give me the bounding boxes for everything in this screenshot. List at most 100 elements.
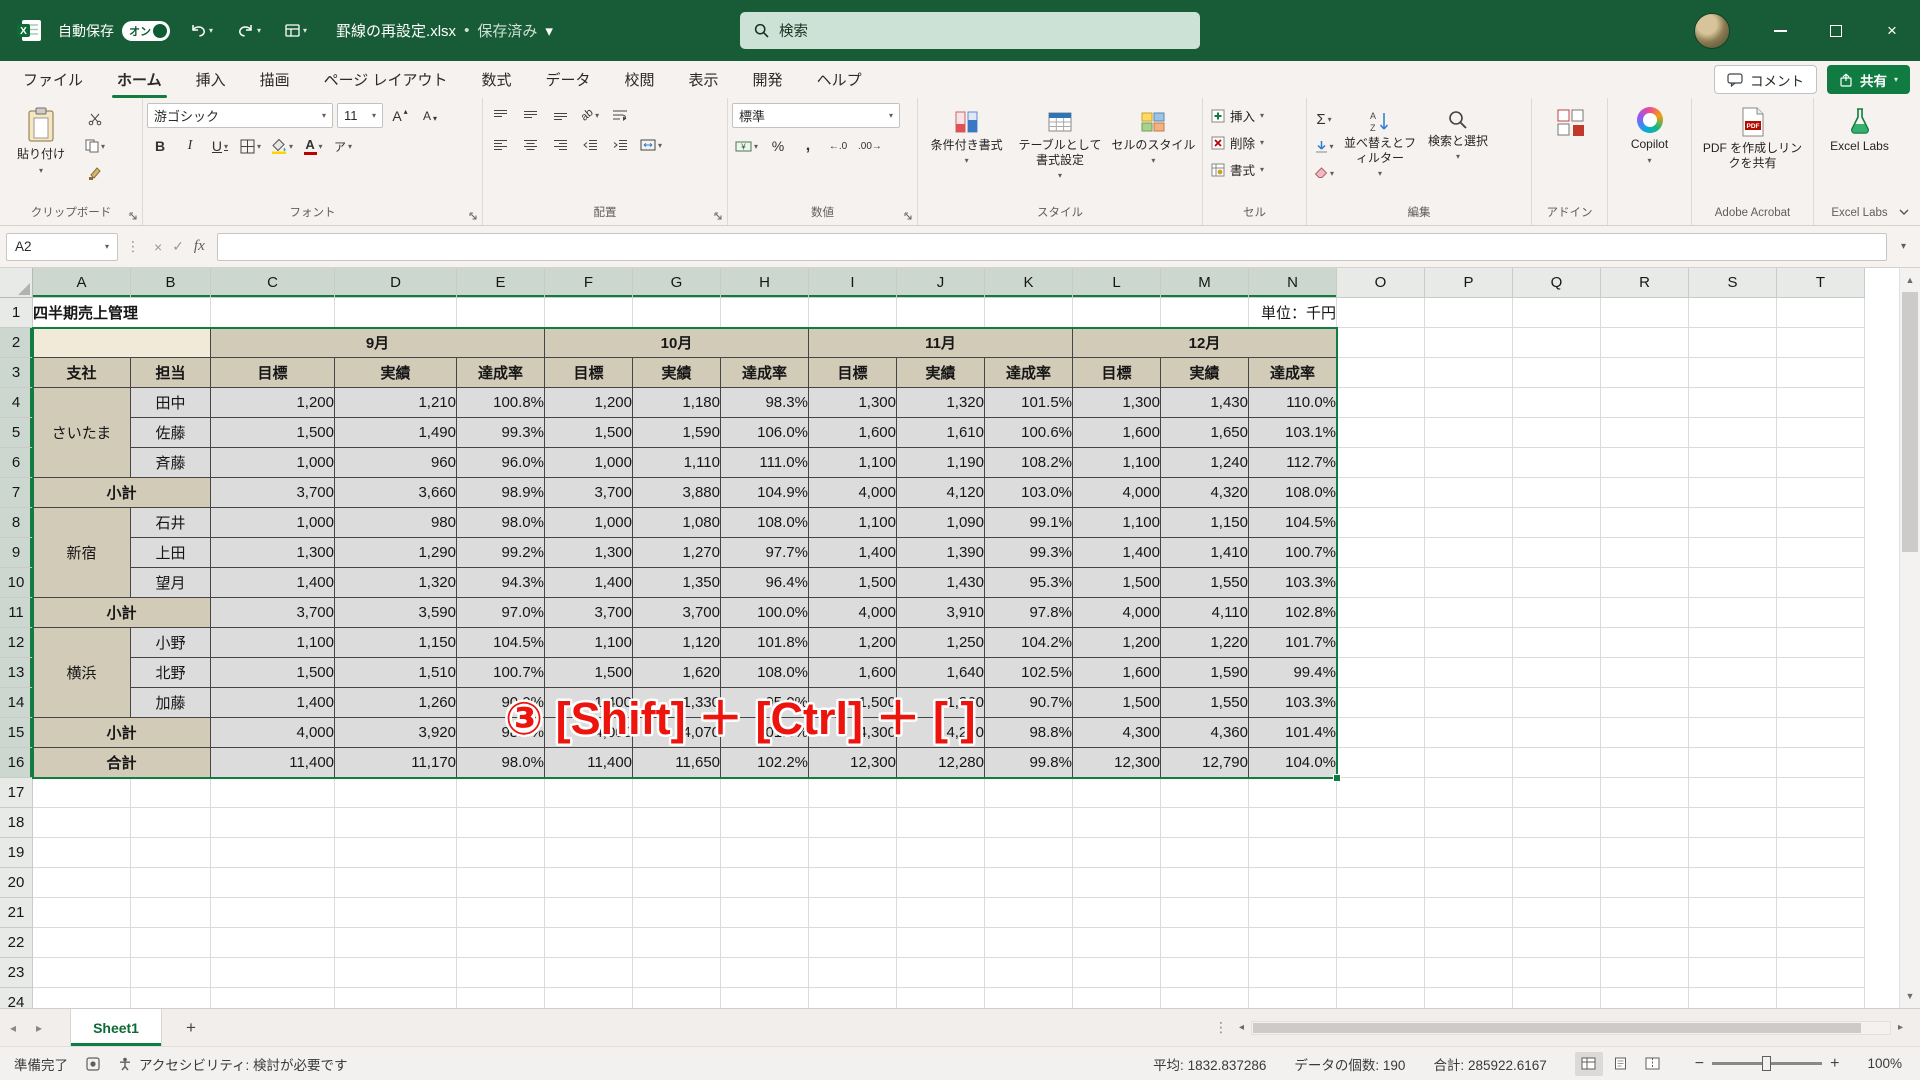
column-header-G[interactable]: G bbox=[633, 268, 721, 298]
cell[interactable] bbox=[211, 298, 335, 328]
new-sheet-button[interactable]: + bbox=[178, 1015, 204, 1041]
cell[interactable] bbox=[1425, 748, 1513, 778]
tab-data[interactable]: データ bbox=[529, 61, 608, 98]
value-cell[interactable]: 99.3% bbox=[985, 538, 1073, 568]
cell[interactable] bbox=[33, 838, 131, 868]
cell[interactable] bbox=[1689, 298, 1777, 328]
borders-button[interactable]: ▾ bbox=[237, 134, 264, 158]
cell[interactable] bbox=[1073, 988, 1161, 1008]
cell[interactable] bbox=[1513, 838, 1601, 868]
value-cell[interactable]: 104.5% bbox=[457, 628, 545, 658]
value-cell[interactable]: 103.3% bbox=[1249, 688, 1337, 718]
cell[interactable] bbox=[1777, 658, 1865, 688]
cell[interactable] bbox=[1249, 958, 1337, 988]
value-cell[interactable]: 111.0% bbox=[721, 448, 809, 478]
value-cell[interactable]: 1,180 bbox=[633, 388, 721, 418]
format-painter-button[interactable] bbox=[82, 161, 108, 185]
paste-button[interactable]: 貼り付け ▾ bbox=[4, 103, 78, 176]
total-value[interactable]: 11,650 bbox=[633, 748, 721, 778]
value-cell[interactable]: 98.3% bbox=[721, 388, 809, 418]
cell[interactable] bbox=[633, 778, 721, 808]
value-cell[interactable]: 1,210 bbox=[335, 388, 457, 418]
status-mode[interactable]: 準備完了 bbox=[14, 1054, 68, 1074]
value-cell[interactable]: 104.5% bbox=[1249, 508, 1337, 538]
column-header-T[interactable]: T bbox=[1777, 268, 1865, 298]
cell[interactable] bbox=[1425, 658, 1513, 688]
cell[interactable] bbox=[985, 958, 1073, 988]
cancel-entry-button[interactable]: × bbox=[154, 239, 162, 255]
cell[interactable] bbox=[1601, 988, 1689, 1008]
cell[interactable] bbox=[1777, 718, 1865, 748]
cell[interactable] bbox=[1513, 778, 1601, 808]
cell[interactable] bbox=[1073, 838, 1161, 868]
percent-style-button[interactable]: % bbox=[765, 134, 791, 158]
value-cell[interactable]: 1,300 bbox=[211, 538, 335, 568]
cell[interactable] bbox=[1513, 448, 1601, 478]
cell[interactable] bbox=[1249, 838, 1337, 868]
cell[interactable] bbox=[335, 928, 457, 958]
zoom-level[interactable]: 100% bbox=[1867, 1056, 1902, 1071]
sheet-nav-prev-button[interactable]: ◂ bbox=[0, 1021, 26, 1035]
cell[interactable] bbox=[1601, 958, 1689, 988]
cell[interactable] bbox=[1337, 298, 1425, 328]
value-cell[interactable]: 1,200 bbox=[545, 388, 633, 418]
undo-button[interactable]: ▾ bbox=[184, 19, 218, 42]
autosave-toggle[interactable]: 自動保存 オン bbox=[58, 21, 170, 41]
macro-record-icon[interactable] bbox=[86, 1057, 100, 1071]
column-header-J[interactable]: J bbox=[897, 268, 985, 298]
column-header-L[interactable]: L bbox=[1073, 268, 1161, 298]
cell[interactable] bbox=[131, 868, 211, 898]
row-header-4[interactable]: 4 bbox=[0, 388, 33, 418]
column-header-D[interactable]: D bbox=[335, 268, 457, 298]
cell[interactable] bbox=[1337, 628, 1425, 658]
cell[interactable] bbox=[633, 928, 721, 958]
staff-cell[interactable]: 上田 bbox=[131, 538, 211, 568]
subtotal-value[interactable]: 3,700 bbox=[633, 598, 721, 628]
cell[interactable] bbox=[1513, 868, 1601, 898]
tab-formulas[interactable]: 数式 bbox=[464, 61, 528, 98]
cell[interactable] bbox=[1161, 298, 1249, 328]
subtotal-value[interactable]: 98.8% bbox=[985, 718, 1073, 748]
row-header-21[interactable]: 21 bbox=[0, 898, 33, 928]
subtotal-value[interactable]: 102.8% bbox=[1249, 598, 1337, 628]
cell[interactable] bbox=[1689, 838, 1777, 868]
value-cell[interactable]: 97.7% bbox=[721, 538, 809, 568]
cell[interactable] bbox=[1337, 478, 1425, 508]
cell[interactable] bbox=[809, 928, 897, 958]
cell[interactable] bbox=[897, 988, 985, 1008]
cell[interactable] bbox=[335, 778, 457, 808]
format-cells-button[interactable]: 書式▾ bbox=[1207, 157, 1268, 182]
cell[interactable] bbox=[897, 808, 985, 838]
vertical-scroll-thumb[interactable] bbox=[1902, 292, 1918, 552]
cell[interactable] bbox=[1513, 748, 1601, 778]
value-cell[interactable]: 1,500 bbox=[809, 568, 897, 598]
cell[interactable] bbox=[1601, 538, 1689, 568]
cell[interactable] bbox=[457, 808, 545, 838]
value-cell[interactable]: 90.7% bbox=[985, 688, 1073, 718]
cell[interactable] bbox=[1425, 868, 1513, 898]
staff-cell[interactable]: 斉藤 bbox=[131, 448, 211, 478]
cell[interactable] bbox=[1513, 958, 1601, 988]
value-cell[interactable]: 1,100 bbox=[211, 628, 335, 658]
cell[interactable] bbox=[633, 298, 721, 328]
cell[interactable] bbox=[1161, 988, 1249, 1008]
cell[interactable] bbox=[897, 958, 985, 988]
value-cell[interactable]: 1,650 bbox=[1161, 418, 1249, 448]
value-cell[interactable]: 99.4% bbox=[1249, 658, 1337, 688]
currency-format-button[interactable]: ¥ ▾ bbox=[732, 134, 761, 158]
tab-review[interactable]: 校閲 bbox=[608, 61, 672, 98]
row-header-2[interactable]: 2 bbox=[0, 328, 33, 358]
phonetic-guide-button[interactable]: ア▾ bbox=[330, 134, 356, 158]
cell[interactable] bbox=[1337, 688, 1425, 718]
subtotal-value[interactable]: 4,000 bbox=[1073, 478, 1161, 508]
normal-view-button[interactable] bbox=[1575, 1052, 1603, 1076]
cell[interactable] bbox=[1777, 538, 1865, 568]
value-cell[interactable]: 1,610 bbox=[897, 418, 985, 448]
cell[interactable] bbox=[721, 958, 809, 988]
cell[interactable] bbox=[33, 958, 131, 988]
value-cell[interactable]: 1,100 bbox=[809, 448, 897, 478]
value-cell[interactable]: 108.2% bbox=[985, 448, 1073, 478]
branch-header[interactable]: 支社 bbox=[33, 358, 131, 388]
cell[interactable] bbox=[721, 838, 809, 868]
value-cell[interactable]: 1,200 bbox=[1073, 628, 1161, 658]
